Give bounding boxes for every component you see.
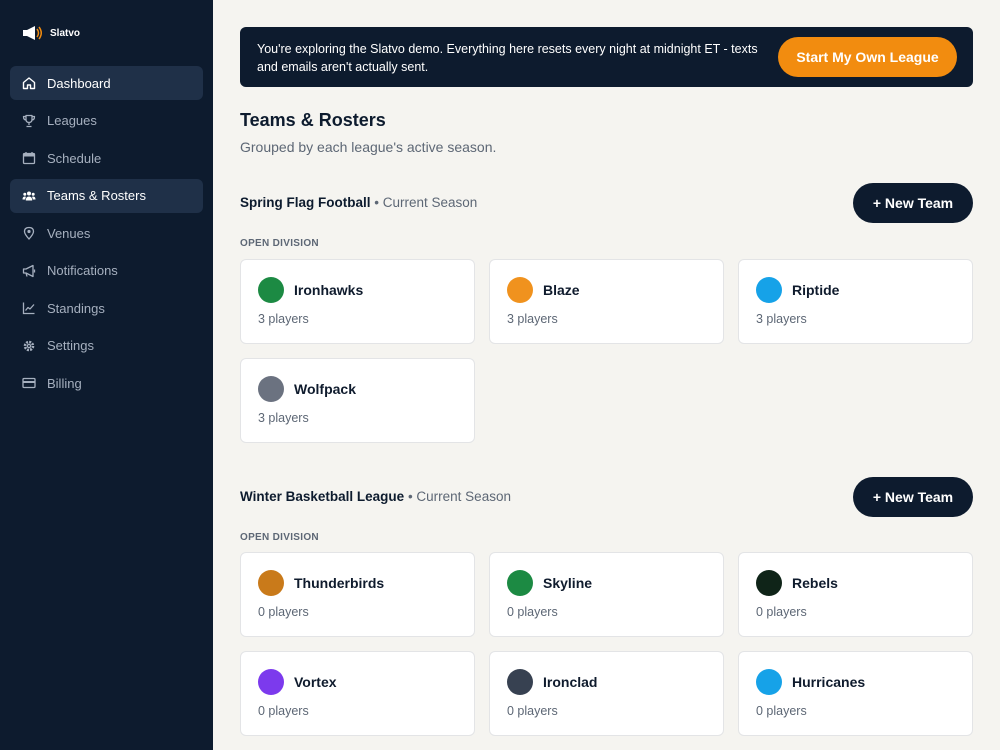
league-name: Spring Flag Football bbox=[240, 195, 371, 210]
sidebar-item-label: Settings bbox=[47, 338, 94, 353]
team-color-dot bbox=[258, 669, 284, 695]
sidebar-nav: Dashboard Leagues Schedule Teams & Roste… bbox=[10, 66, 203, 404]
sidebar-item-label: Dashboard bbox=[47, 75, 111, 91]
team-grid: Ironhawks 3 players Blaze 3 players Ript… bbox=[240, 259, 973, 443]
section-heading: Spring Flag Football • Current Season bbox=[240, 195, 477, 210]
team-card[interactable]: Skyline 0 players bbox=[489, 552, 724, 637]
sidebar-item-label: Teams & Rosters bbox=[47, 188, 146, 203]
team-grid: Thunderbirds 0 players Skyline 0 players… bbox=[240, 552, 973, 736]
sidebar-item-label: Billing bbox=[47, 375, 82, 391]
team-color-dot bbox=[507, 570, 533, 596]
player-count: 3 players bbox=[507, 312, 558, 326]
sidebar-item-leagues[interactable]: Leagues bbox=[10, 104, 203, 138]
calendar-icon bbox=[22, 151, 36, 165]
team-name: Skyline bbox=[543, 575, 593, 591]
team-card[interactable]: Rebels 0 players bbox=[738, 552, 973, 637]
team-color-dot bbox=[258, 570, 284, 596]
brand-name: Slatvo bbox=[50, 27, 81, 39]
player-count: 0 players bbox=[507, 704, 558, 718]
sidebar-item-label: Leagues bbox=[47, 113, 97, 128]
sidebar-item-notifications[interactable]: Notifications bbox=[10, 254, 203, 288]
start-own-league-button[interactable]: Start My Own League bbox=[778, 37, 957, 77]
chart-line-icon bbox=[22, 301, 36, 315]
section-heading: Winter Basketball League • Current Seaso… bbox=[240, 489, 511, 504]
sidebar-item-label: Schedule bbox=[47, 150, 102, 166]
brand-logo[interactable]: Slatvo bbox=[22, 25, 80, 41]
division-label: OPEN DIVISION bbox=[240, 532, 319, 543]
team-card[interactable]: Blaze 3 players bbox=[489, 259, 724, 344]
player-count: 3 players bbox=[258, 411, 309, 425]
player-count: 0 players bbox=[258, 605, 309, 619]
team-color-dot bbox=[507, 669, 533, 695]
sidebar-item-standings[interactable]: Standings bbox=[10, 291, 203, 325]
team-card[interactable]: Vortex 0 players bbox=[240, 651, 475, 736]
season-label: • Current Season bbox=[404, 489, 511, 504]
team-card[interactable]: Wolfpack 3 players bbox=[240, 358, 475, 443]
team-name: Ironclad bbox=[543, 674, 598, 690]
team-name: Ironhawks bbox=[294, 282, 364, 298]
demo-banner: You're exploring the Slatvo demo. Everyt… bbox=[240, 27, 973, 87]
team-color-dot bbox=[258, 277, 284, 303]
team-name: Wolfpack bbox=[294, 381, 356, 397]
team-color-dot bbox=[756, 277, 782, 303]
new-team-button[interactable]: + New Team bbox=[853, 477, 973, 517]
player-count: 0 players bbox=[756, 704, 807, 718]
sidebar-item-billing[interactable]: Billing bbox=[10, 366, 203, 400]
division-label: OPEN DIVISION bbox=[240, 238, 319, 249]
new-team-button[interactable]: + New Team bbox=[853, 183, 973, 223]
map-pin-icon bbox=[22, 226, 36, 240]
team-color-dot bbox=[756, 570, 782, 596]
team-name: Hurricanes bbox=[792, 674, 866, 690]
team-name: Rebels bbox=[792, 575, 838, 591]
megaphone-icon bbox=[22, 264, 36, 278]
sidebar-item-schedule[interactable]: Schedule bbox=[10, 141, 203, 175]
team-name: Blaze bbox=[543, 282, 580, 298]
trophy-icon bbox=[22, 114, 36, 128]
sidebar-item-label: Notifications bbox=[47, 263, 118, 278]
sidebar-item-venues[interactable]: Venues bbox=[10, 216, 203, 250]
player-count: 3 players bbox=[756, 312, 807, 326]
sidebar-item-teams-rosters[interactable]: Teams & Rosters bbox=[10, 178, 203, 213]
team-card[interactable]: Ironclad 0 players bbox=[489, 651, 724, 736]
home-icon bbox=[22, 76, 36, 90]
demo-banner-text: You're exploring the Slatvo demo. Everyt… bbox=[257, 42, 758, 74]
sidebar-item-dashboard[interactable]: Dashboard bbox=[10, 66, 203, 100]
league-name: Winter Basketball League bbox=[240, 489, 405, 504]
sidebar-item-label: Standings bbox=[47, 300, 105, 316]
team-name: Thunderbirds bbox=[294, 575, 385, 591]
page-title: Teams & Rosters bbox=[240, 110, 386, 130]
team-color-dot bbox=[258, 376, 284, 402]
credit-card-icon bbox=[22, 376, 36, 390]
team-card[interactable]: Ironhawks 3 players bbox=[240, 259, 475, 344]
team-color-dot bbox=[756, 669, 782, 695]
sidebar-item-settings[interactable]: Settings bbox=[10, 329, 203, 363]
team-card[interactable]: Riptide 3 players bbox=[738, 259, 973, 344]
team-color-dot bbox=[507, 277, 533, 303]
team-name: Riptide bbox=[792, 282, 840, 298]
users-icon bbox=[22, 189, 36, 203]
page-subtitle: Grouped by each league's active season. bbox=[240, 139, 497, 155]
player-count: 3 players bbox=[258, 312, 309, 326]
player-count: 0 players bbox=[507, 605, 558, 619]
player-count: 0 players bbox=[756, 605, 807, 619]
team-card[interactable]: Thunderbirds 0 players bbox=[240, 552, 475, 637]
megaphone-logo-icon bbox=[23, 26, 42, 40]
sidebar: Slatvo Dashboard Leagues Schedule Teams … bbox=[0, 0, 213, 750]
sidebar-item-label: Venues bbox=[47, 225, 91, 241]
season-label: • Current Season bbox=[370, 195, 478, 210]
team-name: Vortex bbox=[294, 674, 337, 690]
team-card[interactable]: Hurricanes 0 players bbox=[738, 651, 973, 736]
gear-icon bbox=[22, 339, 36, 353]
player-count: 0 players bbox=[258, 704, 309, 718]
